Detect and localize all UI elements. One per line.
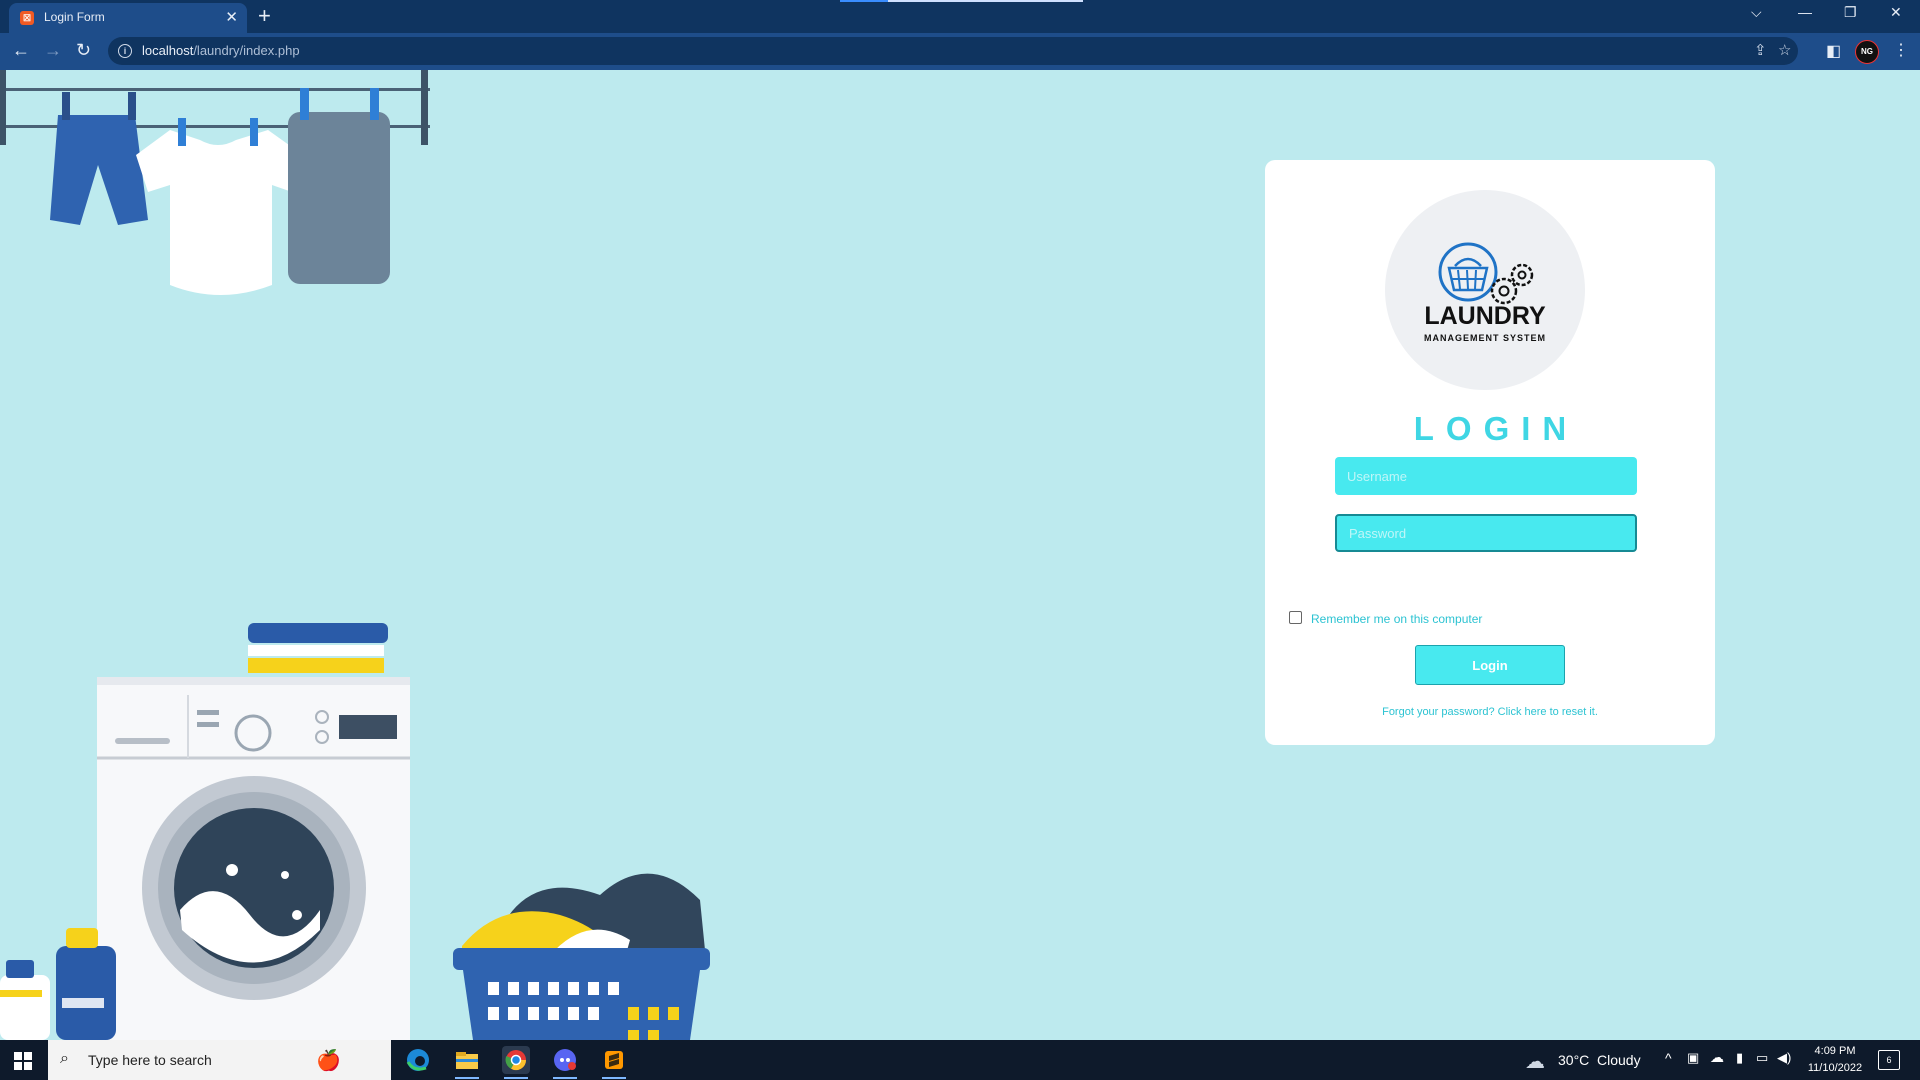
- detergent-bottle-cap: [66, 928, 98, 948]
- basket-body: [463, 970, 700, 1040]
- clock-time: 4:09 PM: [1814, 1045, 1856, 1057]
- washing-machine-top: [97, 677, 410, 685]
- running-indicator: [602, 1077, 626, 1079]
- running-indicator: [504, 1077, 528, 1079]
- bookmark-star-icon[interactable]: ☆: [1778, 41, 1791, 59]
- clothesline-left-post: [0, 70, 6, 145]
- profile-avatar[interactable]: NG: [1855, 40, 1879, 64]
- bubble: [226, 864, 238, 876]
- clothespin: [370, 88, 379, 120]
- windows-taskbar: ⌕ Type here to search 🍎 ☁ 30°C Cloudy ^ …: [0, 1040, 1920, 1080]
- url-text[interactable]: localhost/laundry/index.php: [142, 43, 300, 58]
- browser-tab[interactable]: ☒ Login Form ✕: [9, 3, 247, 33]
- clothesline-top: [0, 88, 430, 91]
- clothesline-right-post: [421, 70, 428, 145]
- hanging-tshirt: [136, 130, 303, 295]
- username-input[interactable]: [1335, 457, 1637, 495]
- panel-slot: [197, 710, 219, 715]
- share-icon[interactable]: ⇪: [1754, 41, 1767, 59]
- laundry-basket-gears-icon: [1438, 242, 1534, 305]
- clothespin: [62, 92, 70, 120]
- clothespin: [300, 88, 309, 120]
- tab-close-icon[interactable]: ✕: [225, 8, 238, 26]
- basket-rim: [453, 948, 710, 970]
- taskbar-search-box[interactable]: ⌕ Type here to search 🍎: [48, 1040, 391, 1080]
- chrome-browser-icon[interactable]: [502, 1046, 530, 1079]
- file-explorer-icon[interactable]: [453, 1046, 481, 1079]
- browser-menu-icon[interactable]: ⋮: [1893, 40, 1909, 60]
- network-icon[interactable]: ▭: [1756, 1050, 1768, 1066]
- tab-strip-indicator: [840, 0, 888, 2]
- system-clock[interactable]: 4:09 PM 11/10/2022: [1800, 1043, 1870, 1077]
- detergent-drawer: [115, 738, 170, 744]
- search-highlight-icon: 🍎: [316, 1050, 341, 1072]
- notification-center-icon[interactable]: 6: [1878, 1050, 1900, 1070]
- weather-temperature[interactable]: 30°C: [1558, 1052, 1589, 1068]
- detergent-label: [62, 998, 104, 1008]
- xampp-favicon-icon: ☒: [20, 11, 34, 25]
- running-indicator: [553, 1077, 577, 1079]
- address-bar[interactable]: i localhost/laundry/index.php ⇪ ☆: [108, 37, 1798, 65]
- bubble: [292, 910, 302, 920]
- panel-slot: [197, 722, 219, 727]
- close-window-button[interactable]: ✕: [1890, 4, 1902, 21]
- tab-search-chevron-icon[interactable]: ⌵: [1751, 4, 1762, 21]
- onedrive-cloud-icon[interactable]: ☁: [1710, 1049, 1724, 1066]
- logo-title: LAUNDRY: [1424, 302, 1546, 330]
- folded-towel: [248, 658, 384, 673]
- login-button[interactable]: Login: [1415, 645, 1565, 685]
- browser-toolbar: ← → ↻ i localhost/laundry/index.php ⇪ ☆ …: [0, 33, 1920, 70]
- running-indicator: [455, 1077, 479, 1079]
- windows-start-icon[interactable]: [14, 1052, 32, 1070]
- back-arrow-icon[interactable]: ←: [12, 40, 30, 61]
- detergent-bottle-white: [0, 975, 50, 1040]
- tab-title: Login Form: [44, 10, 105, 24]
- new-tab-button[interactable]: +: [258, 3, 271, 29]
- reload-icon[interactable]: ↻: [76, 40, 91, 61]
- folded-towel: [248, 645, 384, 656]
- login-card: LAUNDRY MANAGEMENT SYSTEM LOGIN Remember…: [1265, 160, 1715, 745]
- restore-button[interactable]: ❐: [1844, 4, 1857, 21]
- logo-subtitle: MANAGEMENT SYSTEM: [1423, 333, 1546, 343]
- hanging-shorts: [50, 115, 148, 225]
- chat-app-icon[interactable]: [551, 1046, 579, 1079]
- display-screen: [339, 715, 397, 739]
- clock-date: 11/10/2022: [1807, 1062, 1863, 1074]
- page-background: LAUNDRY MANAGEMENT SYSTEM LOGIN Remember…: [0, 70, 1920, 1040]
- clothespin: [178, 118, 186, 146]
- weather-condition[interactable]: Cloudy: [1597, 1052, 1641, 1068]
- search-icon: ⌕: [60, 1050, 69, 1067]
- microphone-icon[interactable]: ▮: [1736, 1050, 1743, 1066]
- detergent-bottle: [56, 946, 116, 1040]
- forward-arrow-icon[interactable]: →: [44, 40, 62, 61]
- clothespin: [250, 118, 258, 146]
- detergent-label: [0, 990, 42, 997]
- sublime-text-icon[interactable]: [600, 1046, 628, 1079]
- detergent-bottle-cap: [6, 960, 34, 978]
- hanging-towel: [288, 112, 390, 284]
- taskbar-search-placeholder: Type here to search: [88, 1052, 212, 1068]
- password-input[interactable]: [1335, 514, 1637, 552]
- laundry-logo: LAUNDRY MANAGEMENT SYSTEM: [1385, 190, 1585, 390]
- laundry-illustration: [0, 70, 710, 1040]
- browser-tab-bar: ☒ Login Form ✕ + ⌵ — ❐ ✕: [0, 0, 1920, 33]
- remember-me-checkbox[interactable]: [1289, 611, 1302, 624]
- minimize-button[interactable]: —: [1798, 4, 1812, 20]
- url-host: localhost: [142, 43, 194, 58]
- tab-strip-indicator-secondary: [888, 0, 1083, 2]
- show-hidden-icons-icon[interactable]: ^: [1665, 1050, 1672, 1066]
- site-info-icon[interactable]: i: [118, 44, 132, 58]
- remember-me-label[interactable]: Remember me on this computer: [1311, 612, 1571, 626]
- folded-towel: [248, 623, 388, 643]
- tray-device-icon[interactable]: ▣: [1687, 1050, 1699, 1066]
- edge-browser-icon[interactable]: [404, 1046, 432, 1074]
- login-heading: LOGIN: [1413, 410, 1579, 447]
- clothespin: [128, 92, 136, 120]
- bubble: [281, 871, 289, 879]
- side-panel-icon[interactable]: ◧: [1826, 41, 1841, 61]
- weather-cloud-icon[interactable]: ☁: [1525, 1049, 1545, 1074]
- volume-icon[interactable]: ◀): [1777, 1050, 1791, 1066]
- forgot-password-link[interactable]: Forgot your password? Click here to rese…: [1265, 706, 1715, 718]
- url-path: /laundry/index.php: [193, 43, 300, 58]
